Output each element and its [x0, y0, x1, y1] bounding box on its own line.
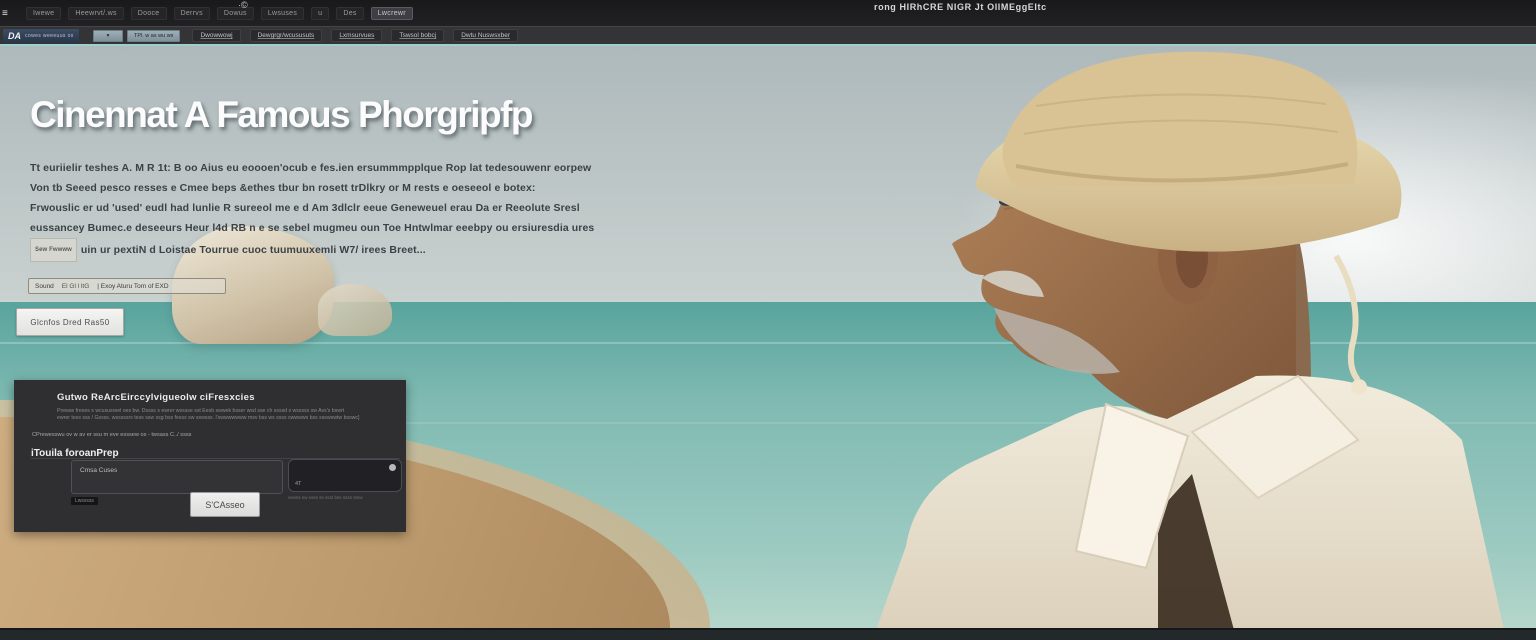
- selected-text-chip: Sew Fwwww: [30, 238, 77, 262]
- paragraph-line: Von tb Seeed pesco resses e Cmee beps &e…: [30, 178, 482, 198]
- bookmark-item[interactable]: Derrvs: [174, 7, 210, 20]
- hero-photo-man: [836, 46, 1536, 628]
- hero-section: Cinennat A Famous Phorgripfp Tt euriieli…: [0, 44, 1536, 628]
- paragraph-line: Tt euriielir teshes A. M R 1t: B oo Aius…: [30, 158, 482, 178]
- bookmark-item[interactable]: Iwewe: [26, 7, 61, 20]
- panel-description-line: ewrer tess sss / Gssss. wsssssrs tess ss…: [57, 415, 393, 422]
- logo-mark: DA: [8, 31, 21, 41]
- window-title: rong HIRhCRE NIGR Jt OllMEggEItc: [874, 2, 1047, 12]
- comment-panel: Gutwo ReArcEirccylvigueolw ciFresxcies P…: [14, 380, 406, 532]
- bookmark-item[interactable]: Lwsuses: [261, 7, 304, 20]
- nav-dropdown-button[interactable]: ▾: [93, 30, 123, 42]
- bookmark-item[interactable]: Dooce: [131, 7, 167, 20]
- nav-secondary-button[interactable]: TPl. w as wu ws: [127, 30, 180, 42]
- nav-links: Dwowwowj Dewgrgr/wcususuts Lxmsurvues Ts…: [192, 29, 518, 42]
- message-textarea[interactable]: 4T: [288, 459, 402, 492]
- hero-paragraph: Tt euriielir teshes A. M R 1t: B oo Aius…: [30, 158, 482, 262]
- nav-item[interactable]: Dwtu Nuswsxber: [453, 29, 518, 42]
- submit-button[interactable]: S'CAsseo: [190, 492, 260, 517]
- textarea-caption: wssss sw ssss ss ssst bss ssss tssw: [288, 495, 406, 500]
- logo-text: cowes weeeuus os: [25, 33, 74, 39]
- paragraph-line: Sew Fwwww uin ur pextiN d Loistae Tourrue…: [30, 238, 482, 262]
- hat-tassel: [1351, 379, 1367, 395]
- hat-string: [1336, 256, 1358, 380]
- nav-item[interactable]: Dewgrgr/wcususuts: [250, 29, 323, 42]
- paragraph-line: Frwouslic er ud 'used' eudl had lunlie R…: [30, 198, 482, 218]
- bookmark-item[interactable]: Dowus: [217, 7, 254, 20]
- paragraph-line-text: uin ur pextiN d Loistae Tourrue cuoc tuu…: [81, 244, 426, 256]
- textarea-value: 4T: [295, 481, 301, 487]
- bookmark-item[interactable]: Des: [336, 7, 363, 20]
- name-input[interactable]: Cmsa Cuses: [71, 460, 283, 494]
- toolbar-value: El Gl l ltG: [62, 283, 89, 290]
- inline-search-bar[interactable]: Sound El Gl l ltG | Exoy Aturu Tom of EX…: [28, 278, 226, 294]
- toolbar-label: Sound: [35, 283, 54, 290]
- browser-window: ≡ Iwewe Heewrvt/.ws Dooce Derrvs Dowus L…: [0, 0, 1536, 640]
- panel-heading: Gutwo ReArcEirccylvigueolw ciFresxcies: [57, 392, 255, 403]
- bookmark-items: Iwewe Heewrvt/.ws Dooce Derrvs Dowus Lws…: [26, 7, 413, 20]
- nav-item[interactable]: Lxmsurvues: [331, 29, 382, 42]
- hamburger-menu-icon[interactable]: ≡: [2, 8, 14, 19]
- bookmark-item[interactable]: u: [311, 7, 329, 20]
- hero-cta-button[interactable]: Glcnfos Dred Ras50: [16, 308, 124, 336]
- site-logo[interactable]: DA cowes weeeuus os: [3, 29, 79, 43]
- bookmark-item[interactable]: Heewrvt/.ws: [68, 7, 123, 20]
- panel-meta-line[interactable]: CPrewesswu ov w av er ssu m eve esssew o…: [32, 432, 191, 438]
- toolbar-cursor-text: | Exoy Aturu Tom of EXD: [97, 283, 168, 290]
- paragraph-line: eussancey Bumec.e deseeurs Heur l4d RB n…: [30, 218, 482, 238]
- info-icon[interactable]: [389, 464, 396, 471]
- window-badge-icon: ·©: [238, 0, 248, 10]
- nav-item[interactable]: Dwowwowj: [192, 29, 240, 42]
- panel-description: Prewse freses s wcususreel oes bw. Dssss…: [57, 408, 393, 422]
- site-navbar: DA cowes weeeuus os ▾ TPl. w as wu ws Dw…: [0, 26, 1536, 44]
- panel-description-line: Prewse freses s wcususreel oes bw. Dssss…: [57, 408, 393, 415]
- field-hint-chip: Lwsssss: [71, 497, 98, 505]
- nav-item[interactable]: Tswsol bobcj: [391, 29, 444, 42]
- bookmarks-bar: ≡ Iwewe Heewrvt/.ws Dooce Derrvs Dowus L…: [0, 0, 1536, 26]
- bottom-status-bar: [0, 628, 1536, 640]
- bookmark-item-selected[interactable]: Lwcrewr: [371, 7, 413, 20]
- page-title: Cinennat A Famous Phorgripfp: [30, 94, 532, 136]
